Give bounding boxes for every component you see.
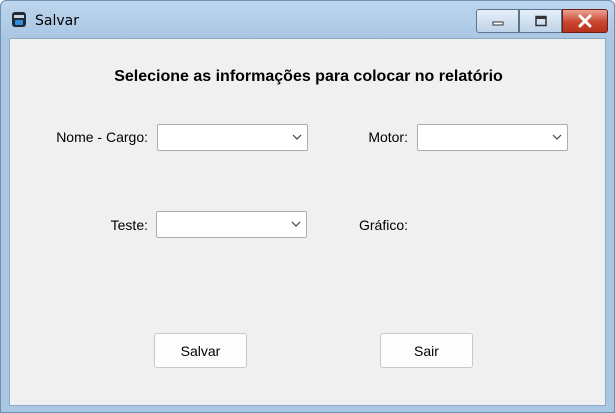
chevron-down-icon xyxy=(291,221,301,227)
chevron-down-icon xyxy=(552,134,562,140)
salvar-button[interactable]: Salvar xyxy=(154,333,247,368)
maximize-button[interactable] xyxy=(519,9,562,33)
motor-label: Motor: xyxy=(368,129,408,145)
minimize-icon xyxy=(492,21,503,26)
app-window: Salvar Selecione as informações para col… xyxy=(0,0,615,413)
chevron-down-icon xyxy=(292,134,302,140)
teste-label: Teste: xyxy=(110,217,148,233)
teste-select[interactable] xyxy=(156,211,307,238)
title-bar[interactable]: Salvar xyxy=(1,1,614,38)
maximize-icon xyxy=(534,15,547,27)
grafico-label: Gráfico: xyxy=(358,217,408,233)
close-button[interactable] xyxy=(562,9,608,33)
window-title: Salvar xyxy=(35,13,79,29)
form-panel: Selecione as informações para colocar no… xyxy=(9,38,606,406)
sair-button[interactable]: Sair xyxy=(380,333,473,368)
motor-select[interactable] xyxy=(417,124,568,151)
form-heading: Selecione as informações para colocar no… xyxy=(114,68,503,85)
nome-cargo-select[interactable] xyxy=(157,124,308,151)
app-icon xyxy=(11,10,27,29)
minimize-button[interactable] xyxy=(476,9,519,33)
nome-cargo-label: Nome - Cargo: xyxy=(56,129,148,145)
close-icon xyxy=(578,14,592,28)
